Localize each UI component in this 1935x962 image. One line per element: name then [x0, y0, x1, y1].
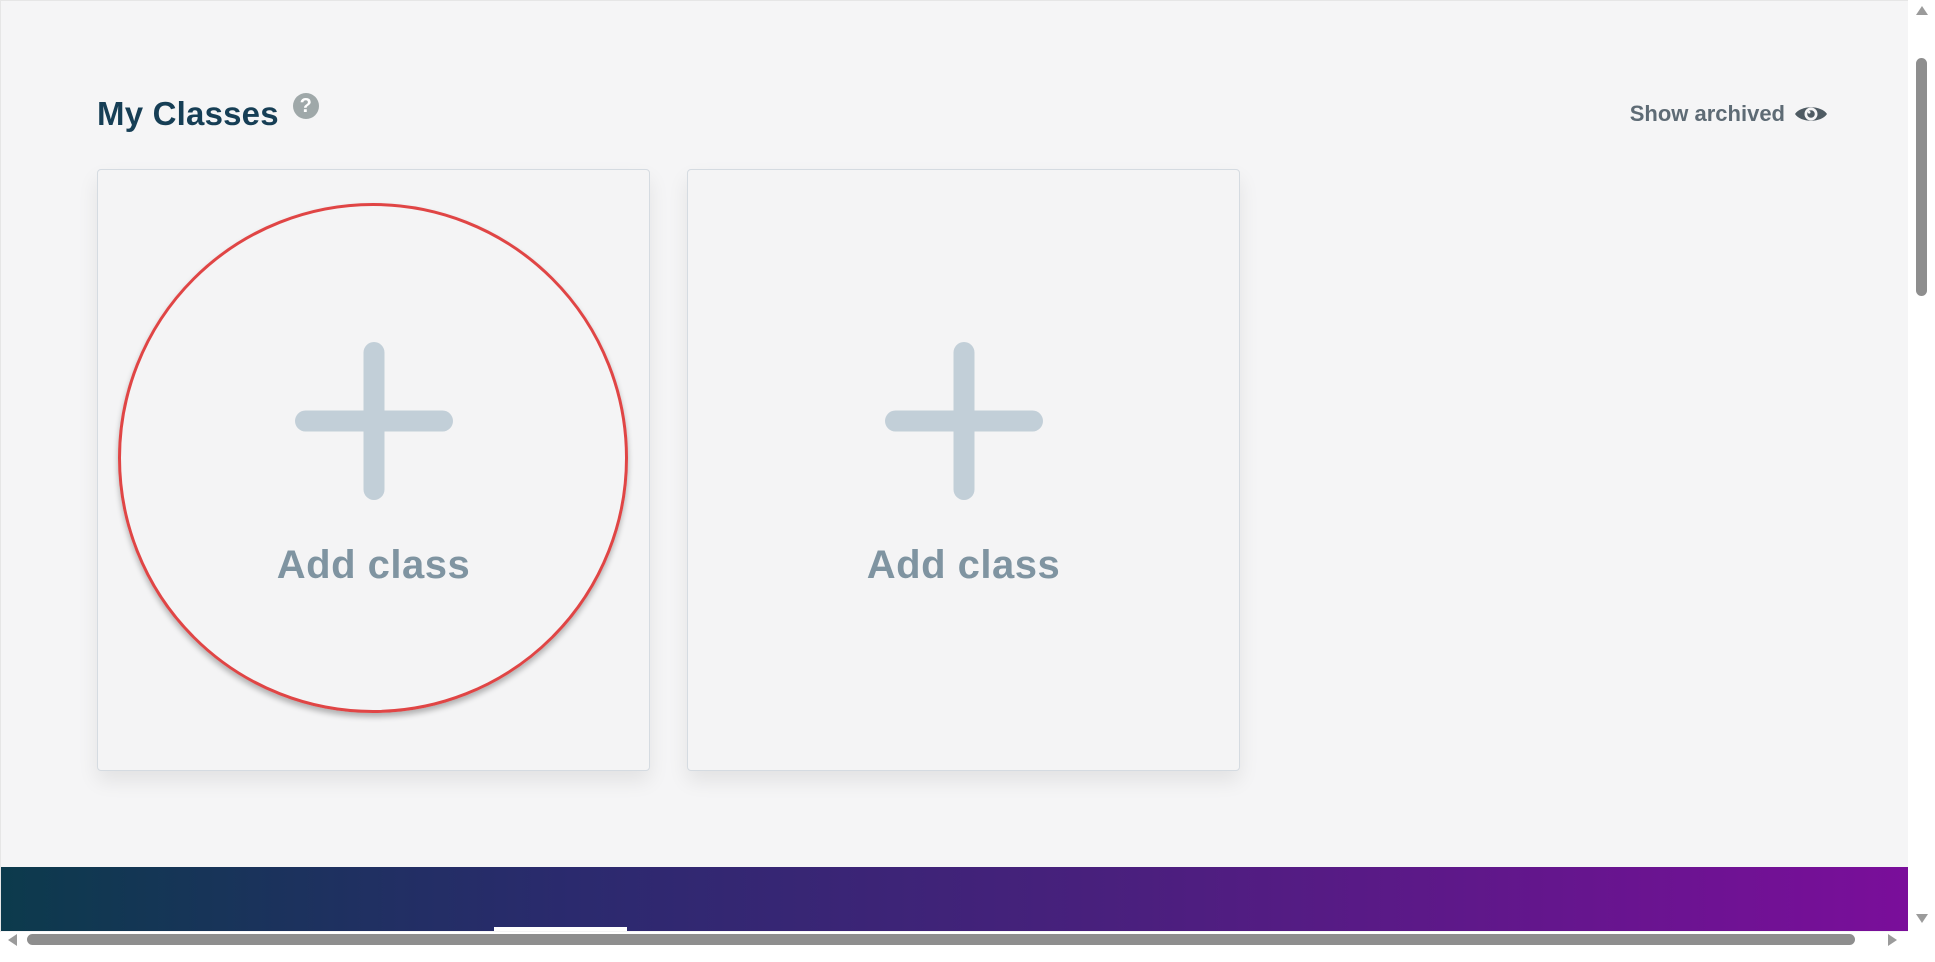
show-archived-label: Show archived [1629, 101, 1785, 126]
scroll-right-arrow-icon[interactable] [1888, 934, 1897, 946]
horizontal-scroll-thumb[interactable] [27, 934, 1855, 945]
scroll-up-arrow-icon[interactable] [1916, 6, 1928, 15]
page-viewport: My Classes ? Show archived Add class Add… [0, 0, 1908, 932]
footer-tab-indicator [494, 927, 627, 931]
page-title: My Classes [97, 95, 279, 132]
add-class-label: Add class [866, 543, 1061, 587]
add-class-card[interactable]: Add class [97, 169, 650, 771]
scrollbar-corner [1908, 932, 1935, 962]
vertical-scroll-thumb[interactable] [1916, 58, 1927, 296]
eye-icon [1795, 107, 1827, 121]
vertical-scrollbar[interactable] [1908, 0, 1935, 932]
page-header: My Classes ? [97, 89, 319, 139]
scroll-down-arrow-icon[interactable] [1916, 914, 1928, 923]
add-class-label: Add class [276, 543, 471, 587]
horizontal-scrollbar[interactable] [0, 932, 1908, 962]
footer-banner [1, 867, 1908, 931]
plus-icon [294, 342, 453, 500]
add-class-card[interactable]: Add class [687, 169, 1240, 771]
plus-icon [884, 342, 1043, 500]
question-circle-icon[interactable]: ? [292, 93, 319, 119]
show-archived-toggle[interactable]: Show archived [1630, 101, 1828, 127]
scroll-left-arrow-icon[interactable] [8, 934, 17, 946]
